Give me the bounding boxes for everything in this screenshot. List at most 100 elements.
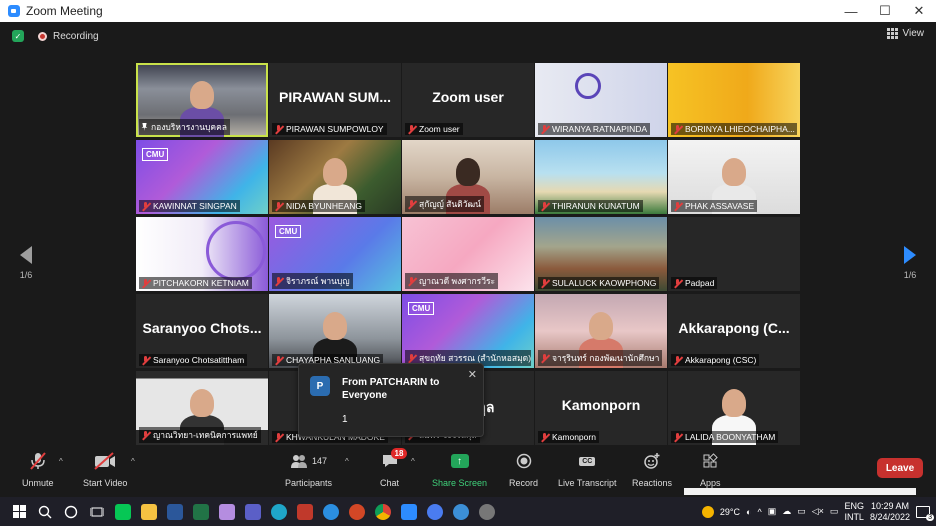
grid-view-icon — [886, 28, 898, 39]
unmute-button[interactable]: Unmute — [22, 451, 54, 488]
participant-tile[interactable]: BORINYA LHIEOCHAIPHA... — [668, 63, 800, 137]
ie-icon[interactable] — [318, 499, 344, 525]
participant-tile[interactable]: NIDA BYUNHEANG — [269, 140, 401, 214]
participant-tile[interactable]: Zoom user Zoom user — [402, 63, 534, 137]
participant-tile[interactable]: SULALUCK KAOWPHONG — [535, 217, 667, 291]
powerpoint-icon[interactable] — [344, 499, 370, 525]
video-options-chevron-icon[interactable]: ^ — [131, 457, 135, 466]
participant-face — [722, 389, 746, 417]
participant-name-label: Kamonporn — [538, 431, 599, 443]
notification-icon[interactable]: 3 — [916, 505, 934, 521]
weather-temp[interactable]: 29°C — [720, 507, 740, 517]
participant-tile[interactable]: กองบริหารงานบุคคล — [136, 63, 268, 137]
participant-tile[interactable]: CHAYAPHA SANLUANG — [269, 294, 401, 368]
help-icon[interactable] — [448, 499, 474, 525]
input-language[interactable]: ENG INTL — [844, 501, 864, 523]
participant-tile[interactable]: CMU จิราภรณ์ พานบุญ — [269, 217, 401, 291]
tray-chevron-icon[interactable]: ^ — [757, 507, 761, 517]
participant-tile[interactable]: Padpad — [668, 217, 800, 291]
participant-tile[interactable]: ญาณวดี พงศากรวีระ — [402, 217, 534, 291]
shield-icon[interactable]: ✓ — [12, 30, 24, 42]
next-page-button[interactable]: 1/6 — [900, 246, 920, 280]
search-icon[interactable] — [32, 499, 58, 525]
view-button[interactable]: View — [886, 28, 924, 39]
participant-tile[interactable]: CMU KAWINNAT SINGPAN — [136, 140, 268, 214]
edge-icon[interactable] — [266, 499, 292, 525]
word-icon[interactable] — [162, 499, 188, 525]
apps-button[interactable]: Apps — [700, 451, 721, 488]
maximize-button[interactable]: ☐ — [868, 0, 902, 22]
muted-mic-icon — [540, 353, 549, 363]
audio-options-chevron-icon[interactable]: ^ — [59, 457, 63, 466]
network-icon[interactable]: ▭ — [830, 506, 839, 517]
muted-mic-icon — [407, 276, 416, 286]
windows-taskbar: 29°C ◐ ^ ▣ ☁ ▭ ◁× ▭ ENG INTL 10:29 AM 8/… — [0, 497, 936, 526]
line-app-icon[interactable] — [110, 499, 136, 525]
recording-indicator[interactable]: Recording — [38, 31, 99, 42]
participant-display-name: Saranyoo Chots... — [142, 320, 262, 336]
teams-icon[interactable] — [240, 499, 266, 525]
filezilla-icon[interactable] — [292, 499, 318, 525]
reactions-button[interactable]: Reactions — [632, 451, 672, 488]
smiley-plus-icon — [643, 451, 661, 471]
arrow-right-icon — [904, 246, 916, 264]
participants-button[interactable]: 147 Participants — [285, 451, 332, 488]
muted-mic-icon — [274, 201, 283, 211]
onedrive-icon[interactable]: ☁ — [782, 506, 791, 517]
chrome-icon[interactable] — [370, 499, 396, 525]
participant-tile[interactable]: Akkarapong (C... Akkarapong (CSC) — [668, 294, 800, 368]
start-video-button[interactable]: Start Video — [83, 451, 127, 488]
participant-tile[interactable]: PITCHAKORN KETNIAM — [136, 217, 268, 291]
participant-tile[interactable]: LALIDA BOONYATHAM — [668, 371, 800, 445]
chat-notification[interactable]: P From PATCHARIN to Everyone 1 ✕ — [298, 363, 484, 437]
record-button[interactable]: Record — [509, 451, 538, 488]
prev-page-button[interactable]: 1/6 — [16, 246, 36, 280]
share-screen-button[interactable]: ↑ Share Screen — [432, 451, 487, 488]
muted-mic-icon — [274, 355, 283, 365]
participant-tile[interactable]: WIRANYA RATNAPINDA — [535, 63, 667, 137]
chat-close-icon[interactable]: ✕ — [468, 368, 477, 381]
clock[interactable]: 10:29 AM 8/24/2022 — [870, 501, 910, 523]
muted-mic-icon — [274, 276, 283, 286]
leave-button[interactable]: Leave — [877, 458, 923, 478]
system-tray: 29°C ◐ ^ ▣ ☁ ▭ ◁× ▭ ENG INTL 10:29 AM 8/… — [701, 497, 936, 526]
chat-app-icon[interactable] — [422, 499, 448, 525]
settings-icon[interactable] — [474, 499, 500, 525]
participant-tile[interactable]: THIRANUN KUNATUM — [535, 140, 667, 214]
participants-chevron-icon[interactable]: ^ — [345, 457, 349, 466]
horizontal-scrollbar[interactable] — [684, 488, 916, 495]
app-purple-icon[interactable] — [214, 499, 240, 525]
participant-name-label: THIRANUN KUNATUM — [538, 200, 643, 212]
record-label: Record — [509, 478, 539, 488]
participant-tile[interactable]: สุกัญญ์ สันติวัฒน์ — [402, 140, 534, 214]
close-button[interactable]: ✕ — [902, 0, 936, 22]
muted-mic-icon — [540, 124, 549, 134]
task-view-icon[interactable] — [84, 499, 110, 525]
participant-tile[interactable]: PHAK ASSAVASE — [668, 140, 800, 214]
start-button[interactable] — [6, 499, 32, 525]
chat-button[interactable]: 18 Chat — [380, 448, 408, 488]
zoom-taskbar-icon[interactable] — [396, 499, 422, 525]
camera-icon[interactable]: ▣ — [768, 506, 777, 517]
muted-mic-icon — [274, 124, 283, 134]
participant-name: NIDA BYUNHEANG — [286, 201, 363, 211]
participant-tile[interactable]: ญาณวิทยา-เทคนิคการแพทย์ — [136, 371, 268, 445]
excel-icon[interactable] — [188, 499, 214, 525]
participant-display-name: Kamonporn — [561, 397, 641, 413]
chat-chevron-icon[interactable]: ^ — [411, 457, 415, 466]
participant-tile[interactable]: PIRAWAN SUM... PIRAWAN SUMPOWLOY — [269, 63, 401, 137]
speech-icon[interactable]: ◐ — [746, 507, 751, 517]
cmu-logo: CMU — [142, 148, 169, 161]
laptop-icon[interactable]: ▭ — [797, 506, 806, 517]
volume-muted-icon[interactable]: ◁× — [812, 506, 824, 517]
page-indicator-right: 1/6 — [903, 270, 917, 280]
participant-tile[interactable]: CMU สุขฤทัย สวรรณ (สำนักหอสมุด) — [402, 294, 534, 368]
cortana-icon[interactable] — [58, 499, 84, 525]
participant-tile[interactable]: Saranyoo Chots... Saranyoo Chotsatittham — [136, 294, 268, 368]
minimize-button[interactable]: — — [834, 0, 868, 22]
weather-icon[interactable] — [701, 505, 714, 518]
participant-tile[interactable]: Kamonporn Kamonporn — [535, 371, 667, 445]
participant-tile[interactable]: จารุรินทร์ กองพัฒนานักศึกษา — [535, 294, 667, 368]
file-explorer-icon[interactable] — [136, 499, 162, 525]
live-transcript-button[interactable]: CC Live Transcript — [558, 451, 617, 488]
